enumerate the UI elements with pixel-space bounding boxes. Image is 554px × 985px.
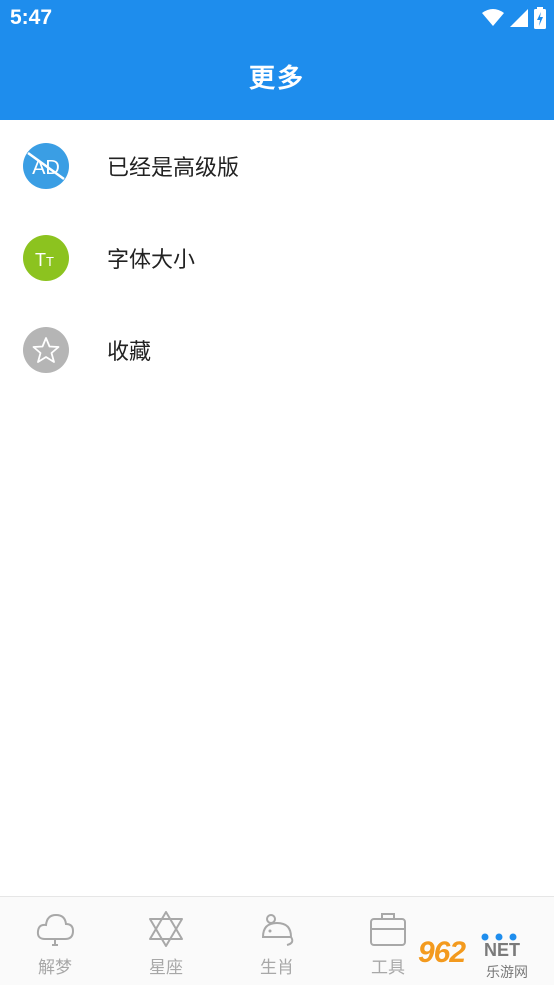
page-title: 更多	[248, 64, 305, 94]
svg-text:T: T	[46, 254, 54, 269]
tab-horoscope[interactable]: 星座	[111, 897, 221, 985]
mouse-icon	[261, 914, 294, 946]
no-ads-icon: AD	[23, 143, 69, 189]
menu-item-premium[interactable]: AD 已经是高级版	[0, 120, 554, 212]
tab-label: 星座	[149, 958, 183, 978]
cloud-icon	[36, 913, 75, 946]
menu-item-favorites[interactable]: 收藏	[0, 304, 554, 396]
wifi-icon	[482, 9, 504, 26]
star-icon	[23, 327, 69, 373]
status-icons	[482, 6, 546, 30]
watermark-logo: 962 NET 乐游网	[414, 934, 554, 984]
font-size-icon: T T	[23, 235, 69, 281]
battery-charging-icon	[534, 7, 546, 29]
svg-text:T: T	[35, 250, 46, 270]
briefcase-icon	[370, 913, 406, 946]
star-of-david-icon	[149, 911, 183, 947]
watermark-sub: 乐游网	[486, 965, 528, 981]
status-bar: 5:47	[0, 0, 554, 38]
menu-item-label: 收藏	[107, 340, 152, 365]
status-time: 5:47	[10, 6, 53, 29]
menu-item-label: 字体大小	[107, 248, 196, 273]
tab-dream[interactable]: 解梦	[0, 897, 110, 985]
tab-label: 解梦	[38, 958, 72, 978]
app-bar: 5:47 更多	[0, 0, 554, 120]
menu-item-font-size[interactable]: T T 字体大小	[0, 212, 554, 304]
menu-item-label: 已经是高级版	[107, 156, 240, 181]
tab-label: 生肖	[260, 958, 294, 978]
signal-icon	[510, 9, 528, 27]
watermark-brand: 962	[418, 936, 466, 969]
watermark-suffix: NET	[484, 940, 520, 960]
tab-zodiac[interactable]: 生肖	[222, 897, 332, 985]
